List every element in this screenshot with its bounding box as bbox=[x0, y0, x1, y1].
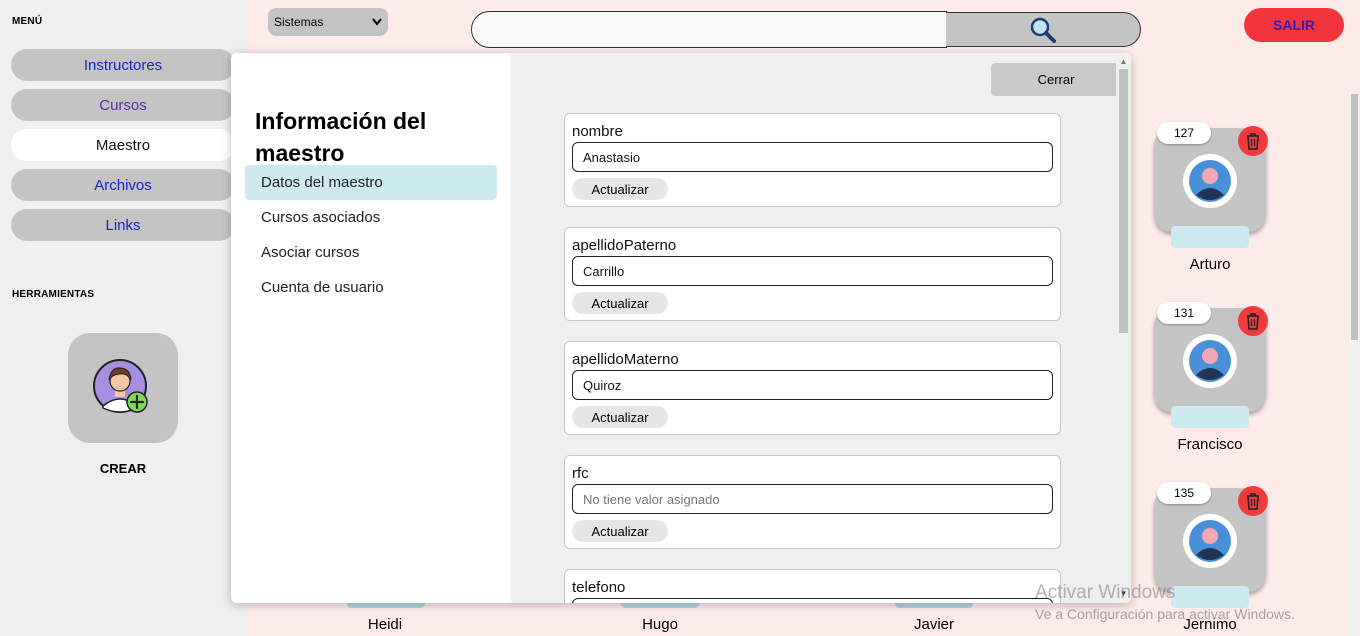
teacher-name: Heidi bbox=[367, 616, 403, 633]
user-avatar-icon bbox=[1189, 520, 1231, 562]
modal-form-panel: Cerrar nombre Anastasio Actualizar apell… bbox=[511, 53, 1131, 603]
teacher-name: Arturo bbox=[1189, 256, 1231, 273]
department-select-value: Sistemas bbox=[274, 15, 324, 29]
activation-watermark-text: Ve a Configuración para activar Windows. bbox=[1035, 606, 1295, 622]
add-teacher-icon bbox=[93, 359, 148, 413]
search-input[interactable] bbox=[471, 11, 947, 48]
sidebar-item-cursos[interactable]: Cursos bbox=[11, 89, 235, 121]
delete-button[interactable] bbox=[1238, 486, 1268, 516]
apellido-paterno-input[interactable]: Carrillo bbox=[572, 256, 1053, 286]
activation-watermark-title: Activar Windows bbox=[1035, 582, 1176, 603]
teacher-card[interactable]: 131 bbox=[1154, 302, 1268, 428]
page-scrollbar-thumb[interactable] bbox=[1351, 94, 1358, 340]
field-label: telefono bbox=[572, 579, 626, 596]
page-scrollbar[interactable] bbox=[1349, 94, 1360, 636]
trash-icon bbox=[1247, 493, 1259, 510]
field-nombre: nombre Anastasio Actualizar bbox=[564, 113, 1061, 207]
apellido-materno-input[interactable]: Quiroz bbox=[572, 370, 1053, 400]
department-select[interactable]: Sistemas bbox=[268, 8, 388, 36]
teacher-name: Francisco bbox=[1177, 436, 1243, 453]
field-apellido-paterno: apellidoPaterno Carrillo Actualizar bbox=[564, 227, 1061, 321]
teacher-name: Javier bbox=[913, 616, 954, 633]
modal-scrollbar[interactable]: ▲ ▼ bbox=[1116, 57, 1131, 603]
teacher-number-badge: 135 bbox=[1157, 482, 1211, 504]
nav-item-datos[interactable]: Datos del maestro bbox=[245, 165, 497, 200]
teacher-number-badge: 131 bbox=[1157, 302, 1211, 324]
field-label: apellidoMaterno bbox=[572, 351, 679, 368]
nav-item-asociar-cursos[interactable]: Asociar cursos bbox=[245, 235, 497, 270]
chevron-down-icon bbox=[372, 18, 382, 26]
teacher-info-modal: Información del maestro Datos del maestr… bbox=[231, 53, 1131, 603]
teacher-card[interactable]: 135 bbox=[1154, 482, 1268, 608]
delete-button[interactable] bbox=[1238, 306, 1268, 336]
field-label: rfc bbox=[572, 465, 589, 482]
update-button[interactable]: Actualizar bbox=[572, 178, 668, 200]
sidebar-item-instructores[interactable]: Instructores bbox=[11, 49, 235, 81]
trash-icon bbox=[1247, 313, 1259, 330]
menu-heading: MENÚ bbox=[12, 16, 43, 27]
field-label: apellidoPaterno bbox=[572, 237, 677, 254]
teacher-card-bar bbox=[1171, 586, 1249, 608]
telefono-input[interactable] bbox=[572, 598, 1053, 603]
nombre-input[interactable]: Anastasio bbox=[572, 142, 1053, 172]
avatar bbox=[1183, 334, 1237, 388]
scroll-up-icon[interactable]: ▲ bbox=[1119, 57, 1128, 67]
modal-nav-panel: Información del maestro Datos del maestr… bbox=[231, 53, 511, 603]
sidebar-item-links[interactable]: Links bbox=[11, 209, 235, 241]
close-button[interactable]: Cerrar bbox=[991, 63, 1121, 96]
teacher-number-badge: 127 bbox=[1157, 122, 1211, 144]
field-label: nombre bbox=[572, 123, 623, 140]
update-button[interactable]: Actualizar bbox=[572, 406, 668, 428]
user-avatar-icon bbox=[1189, 340, 1231, 382]
teacher-card-bar bbox=[1171, 226, 1249, 248]
avatar bbox=[1183, 154, 1237, 208]
search-icon bbox=[1030, 17, 1056, 43]
search-button[interactable] bbox=[946, 12, 1141, 47]
tools-heading: HERRAMIENTAS bbox=[12, 289, 95, 300]
modal-scrollbar-thumb[interactable] bbox=[1119, 69, 1128, 333]
field-telefono: telefono bbox=[564, 569, 1061, 603]
trash-icon bbox=[1247, 133, 1259, 150]
create-label: CREAR bbox=[99, 461, 147, 476]
logout-button[interactable]: SALIR bbox=[1244, 8, 1344, 42]
update-button[interactable]: Actualizar bbox=[572, 292, 668, 314]
sidebar-item-archivos[interactable]: Archivos bbox=[11, 169, 235, 201]
teacher-name: Hugo bbox=[642, 616, 678, 633]
teacher-card[interactable]: 127 bbox=[1154, 122, 1268, 248]
nav-item-cursos-asociados[interactable]: Cursos asociados bbox=[245, 200, 497, 235]
nav-item-cuenta-usuario[interactable]: Cuenta de usuario bbox=[245, 270, 497, 305]
create-teacher-button[interactable] bbox=[68, 333, 178, 443]
user-avatar-icon bbox=[1189, 160, 1231, 202]
rfc-input[interactable]: No tiene valor asignado bbox=[572, 484, 1053, 514]
update-button[interactable]: Actualizar bbox=[572, 520, 668, 542]
sidebar-item-maestro[interactable]: Maestro bbox=[11, 129, 235, 161]
field-rfc: rfc No tiene valor asignado Actualizar bbox=[564, 455, 1061, 549]
delete-button[interactable] bbox=[1238, 126, 1268, 156]
modal-title: Información del maestro bbox=[255, 108, 427, 166]
avatar bbox=[1183, 514, 1237, 568]
sidebar: MENÚ Instructores Cursos Maestro Archivo… bbox=[0, 0, 248, 636]
field-apellido-materno: apellidoMaterno Quiroz Actualizar bbox=[564, 341, 1061, 435]
teacher-card-bar bbox=[1171, 406, 1249, 428]
